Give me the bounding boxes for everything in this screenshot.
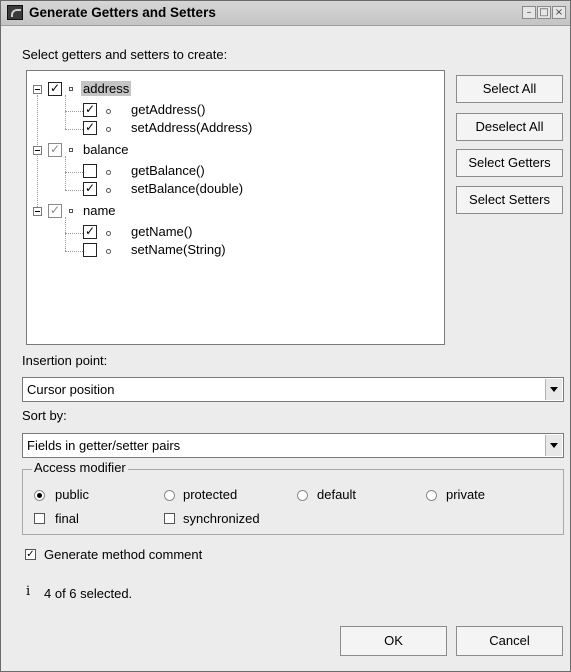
chevron-down-icon[interactable] bbox=[545, 435, 562, 456]
select-all-button[interactable]: Select All bbox=[456, 75, 563, 103]
tree-connector bbox=[65, 251, 83, 252]
synchronized-checkbox[interactable] bbox=[164, 513, 175, 524]
instructions-label: Select getters and setters to create: bbox=[22, 47, 228, 62]
tree-connector bbox=[65, 95, 66, 129]
insertion-point-select[interactable]: Cursor position bbox=[22, 377, 564, 402]
field-icon bbox=[69, 209, 73, 213]
synchronized-label[interactable]: synchronized bbox=[183, 511, 260, 526]
cancel-button[interactable]: Cancel bbox=[456, 626, 563, 656]
deselect-all-button[interactable]: Deselect All bbox=[456, 113, 563, 141]
maximize-icon[interactable]: □ bbox=[537, 6, 551, 19]
field-icon bbox=[69, 148, 73, 152]
private-label[interactable]: private bbox=[446, 487, 485, 502]
tree-connector bbox=[37, 95, 38, 215]
method-icon bbox=[106, 231, 111, 236]
private-radio[interactable] bbox=[426, 490, 437, 501]
address-checkbox[interactable]: ✓ bbox=[48, 82, 62, 96]
tree-item-setname[interactable]: setName(String) bbox=[131, 242, 226, 257]
generate-comment-checkbox[interactable]: ✓ bbox=[25, 549, 36, 560]
select-getters-button[interactable]: Select Getters bbox=[456, 149, 563, 177]
eclipse-app-icon bbox=[7, 5, 23, 20]
tree-connector bbox=[65, 172, 83, 173]
getaddress-checkbox[interactable]: ✓ bbox=[83, 103, 97, 117]
getname-checkbox[interactable]: ✓ bbox=[83, 225, 97, 239]
collapse-icon[interactable] bbox=[33, 85, 42, 94]
dialog-window: Generate Getters and Setters – □ × Selec… bbox=[0, 0, 571, 672]
name-checkbox[interactable]: ✓ bbox=[48, 204, 62, 218]
generate-comment-label[interactable]: Generate method comment bbox=[44, 547, 202, 562]
chevron-down-icon[interactable] bbox=[545, 379, 562, 400]
access-modifier-legend: Access modifier bbox=[32, 460, 128, 475]
final-label[interactable]: final bbox=[55, 511, 79, 526]
collapse-icon[interactable] bbox=[33, 146, 42, 155]
tree-item-getbalance[interactable]: getBalance() bbox=[131, 163, 205, 178]
tree-connector bbox=[65, 129, 83, 130]
tree-connector bbox=[65, 233, 83, 234]
tree-item-getaddress[interactable]: getAddress() bbox=[131, 102, 205, 117]
select-setters-button[interactable]: Select Setters bbox=[456, 186, 563, 214]
protected-radio[interactable] bbox=[164, 490, 175, 501]
method-icon bbox=[106, 170, 111, 175]
fields-tree[interactable]: ✓ address ✓ getAddress() ✓ setAddress(Ad… bbox=[26, 70, 445, 345]
insertion-point-label: Insertion point: bbox=[22, 353, 108, 368]
tree-item-setaddress[interactable]: setAddress(Address) bbox=[131, 120, 252, 135]
minimize-icon[interactable]: – bbox=[522, 6, 536, 19]
close-icon[interactable]: × bbox=[552, 6, 566, 19]
field-icon bbox=[69, 87, 73, 91]
tree-item-balance[interactable]: balance bbox=[83, 142, 129, 157]
sort-by-label: Sort by: bbox=[22, 408, 67, 423]
status-text: 4 of 6 selected. bbox=[44, 586, 133, 601]
method-icon bbox=[106, 109, 111, 114]
access-modifier-group bbox=[22, 469, 564, 535]
protected-label[interactable]: protected bbox=[183, 487, 237, 502]
window-title: Generate Getters and Setters bbox=[29, 5, 216, 20]
getbalance-checkbox[interactable] bbox=[83, 164, 97, 178]
setbalance-checkbox[interactable]: ✓ bbox=[83, 182, 97, 196]
sort-by-value: Fields in getter/setter pairs bbox=[27, 438, 181, 453]
tree-connector bbox=[65, 190, 83, 191]
setname-checkbox[interactable] bbox=[83, 243, 97, 257]
tree-connector bbox=[65, 156, 66, 190]
setaddress-checkbox[interactable]: ✓ bbox=[83, 121, 97, 135]
info-icon: i bbox=[26, 584, 31, 599]
ok-button[interactable]: OK bbox=[340, 626, 447, 656]
tree-item-address[interactable]: address bbox=[81, 81, 132, 96]
tree-item-name[interactable]: name bbox=[83, 203, 116, 218]
tree-item-getname[interactable]: getName() bbox=[131, 224, 192, 239]
sort-by-select[interactable]: Fields in getter/setter pairs bbox=[22, 433, 564, 458]
method-icon bbox=[106, 127, 111, 132]
default-label[interactable]: default bbox=[317, 487, 356, 502]
balance-checkbox[interactable]: ✓ bbox=[48, 143, 62, 157]
public-radio[interactable] bbox=[34, 490, 45, 501]
method-icon bbox=[106, 249, 111, 254]
tree-item-setbalance[interactable]: setBalance(double) bbox=[131, 181, 243, 196]
tree-connector bbox=[65, 111, 83, 112]
title-bar[interactable]: Generate Getters and Setters – □ × bbox=[1, 1, 570, 26]
tree-connector bbox=[65, 217, 66, 251]
insertion-point-value: Cursor position bbox=[27, 382, 115, 397]
method-icon bbox=[106, 188, 111, 193]
default-radio[interactable] bbox=[297, 490, 308, 501]
collapse-icon[interactable] bbox=[33, 207, 42, 216]
public-label[interactable]: public bbox=[55, 487, 89, 502]
final-checkbox[interactable] bbox=[34, 513, 45, 524]
